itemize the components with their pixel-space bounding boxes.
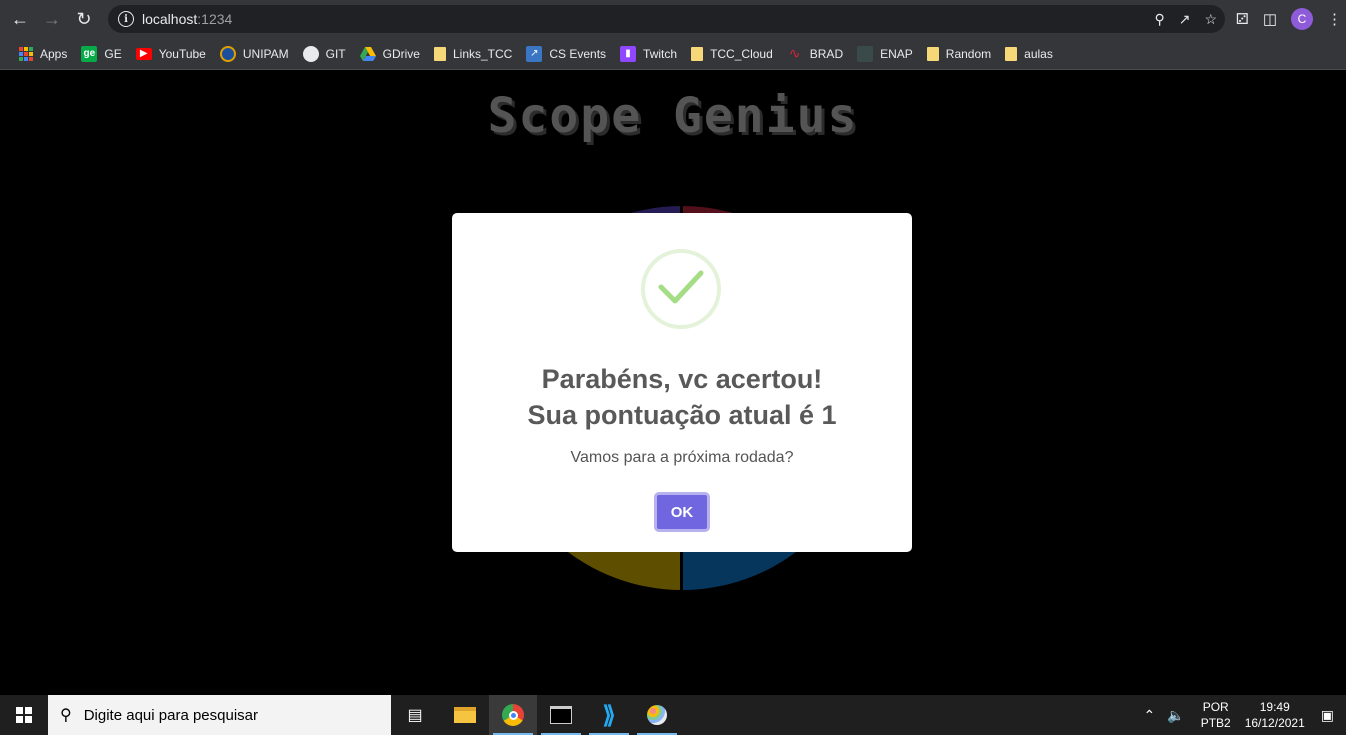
terminal-icon (550, 706, 572, 724)
language-indicator[interactable]: POR PTB2 (1201, 699, 1231, 731)
menu-kebab-icon[interactable]: ⋮ (1327, 10, 1342, 28)
unipam-icon (219, 45, 236, 62)
reload-button[interactable]: ↻ (68, 3, 100, 35)
bookmark-star-icon[interactable]: ☆ (1204, 11, 1217, 28)
windows-start-button[interactable] (0, 695, 48, 735)
bookmark-git[interactable]: GIT (296, 42, 353, 66)
bookmark-random[interactable]: Random (920, 42, 998, 66)
lang-bottom: PTB2 (1200, 716, 1231, 730)
twitch-icon: ▮ (620, 45, 637, 62)
task-view-button[interactable]: ▤ (391, 695, 439, 735)
bookmark-label: BRAD (809, 46, 844, 61)
brad-icon: ∿ (788, 45, 801, 61)
extensions-puzzle-icon[interactable]: ⚂ (1236, 10, 1249, 28)
terminal-taskbar-button[interactable] (537, 695, 585, 735)
file-explorer-button[interactable] (441, 695, 489, 735)
profile-avatar[interactable]: C (1291, 8, 1313, 30)
bookmark-label: YouTube (158, 46, 206, 61)
side-panel-icon[interactable]: ◫ (1263, 10, 1277, 28)
bookmark-label: Random (945, 46, 992, 61)
url-text[interactable]: localhost:1234 (142, 11, 232, 27)
address-bar[interactable]: i localhost:1234 ⚲ ↗ ☆ (108, 5, 1225, 33)
file-explorer-icon (454, 707, 476, 723)
ok-button[interactable]: OK (654, 492, 710, 532)
bookmark-label: Links_TCC (452, 46, 513, 61)
bookmark-brad[interactable]: ∿ BRAD (780, 42, 850, 66)
bookmark-twitch[interactable]: ▮ Twitch (613, 42, 684, 66)
vscode-icon: ⟫ (602, 701, 616, 729)
folder-icon (926, 46, 939, 61)
bookmark-label: GE (104, 46, 122, 61)
github-icon (302, 45, 319, 62)
system-tray: ⌃ 🔈 POR PTB2 19:49 16/12/2021 ▣ (1138, 695, 1346, 735)
bookmark-label: Twitch (643, 46, 678, 61)
show-hidden-icons-icon[interactable]: ⌃ (1144, 707, 1156, 724)
url-port: :1234 (197, 11, 233, 27)
browser-toolbar: ← → ↻ i localhost:1234 ⚲ ↗ ☆ ⚂ ◫ C ⋮ (0, 0, 1346, 38)
bookmark-tcc-cloud[interactable]: TCC_Cloud (684, 42, 780, 66)
folder-icon (1005, 46, 1018, 61)
forward-button[interactable]: → (36, 3, 68, 35)
lang-top: POR (1202, 700, 1229, 714)
bookmark-gdrive[interactable]: GDrive (353, 42, 427, 66)
search-placeholder: Digite aqui para pesquisar (83, 706, 258, 724)
dialog-text: Vamos para a próxima rodada? (570, 449, 794, 466)
clock-time: 19:49 (1259, 700, 1290, 714)
back-button[interactable]: ← (4, 3, 36, 35)
bookmark-label: aulas (1024, 46, 1053, 61)
search-icon: ⚲ (60, 707, 72, 724)
bookmark-label: ENAP (880, 46, 913, 61)
bookmark-aulas[interactable]: aulas (998, 42, 1060, 66)
bookmark-label: UNIPAM (242, 46, 289, 61)
bookmark-label: GIT (325, 46, 346, 61)
bookmark-cs-events[interactable]: ↗ CS Events (519, 42, 613, 66)
volume-icon[interactable]: 🔈 (1167, 707, 1184, 724)
share-icon[interactable]: ↗ (1179, 11, 1191, 28)
cs-events-icon: ↗ (526, 45, 543, 62)
zoom-icon[interactable]: ⚲ (1154, 11, 1164, 28)
enap-icon (857, 45, 874, 62)
taskbar-search[interactable]: ⚲ Digite aqui para pesquisar (48, 695, 391, 735)
bookmark-apps[interactable]: Apps (12, 42, 74, 66)
notifications-icon[interactable]: ▣ (1321, 707, 1334, 724)
folder-icon (691, 46, 704, 61)
bookmark-label: Apps (40, 46, 68, 61)
bookmark-enap[interactable]: ENAP (850, 42, 920, 66)
page-content: Scope Genius Parabéns, vc acertou! Sua p… (0, 70, 1346, 695)
bookmark-label: GDrive (382, 46, 420, 61)
bookmark-label: TCC_Cloud (710, 46, 773, 61)
clock[interactable]: 19:49 16/12/2021 (1245, 699, 1305, 731)
bookmark-unipam[interactable]: UNIPAM (213, 42, 296, 66)
folder-icon (433, 46, 446, 61)
success-dialog: Parabéns, vc acertou! Sua pontuação atua… (452, 213, 912, 552)
gdrive-icon (359, 46, 376, 62)
url-host: localhost (142, 11, 198, 27)
taskbar: ⚲ Digite aqui para pesquisar ▤ ⟫ ⌃ 🔈 POR… (0, 695, 1346, 735)
chrome-taskbar-button[interactable] (489, 695, 537, 735)
site-info-icon[interactable]: i (118, 11, 134, 27)
vscode-taskbar-button[interactable]: ⟫ (585, 695, 633, 735)
apps-grid-icon (19, 46, 33, 61)
bookmark-youtube[interactable]: ▶ YouTube (129, 42, 213, 66)
bookmark-label: CS Events (549, 46, 607, 61)
bookmark-links-tcc[interactable]: Links_TCC (427, 42, 519, 66)
windows-logo-icon (16, 707, 32, 723)
bookmark-ge[interactable]: ge GE (74, 42, 128, 66)
paint-taskbar-button[interactable] (633, 695, 681, 735)
dialog-title: Parabéns, vc acertou! Sua pontuação atua… (452, 361, 912, 433)
bookmarks-bar: Apps ge GE ▶ YouTube UNIPAM GIT GDrive L… (0, 38, 1346, 70)
dialog-title-line1: Parabéns, vc acertou! (541, 364, 823, 394)
paint-icon (647, 705, 667, 725)
chrome-icon (502, 704, 524, 726)
clock-date: 16/12/2021 (1244, 716, 1305, 730)
success-check-icon (641, 249, 721, 329)
ge-icon: ge (81, 45, 98, 62)
youtube-icon: ▶ (135, 47, 152, 60)
dialog-title-line2: Sua pontuação atual é 1 (527, 400, 837, 430)
